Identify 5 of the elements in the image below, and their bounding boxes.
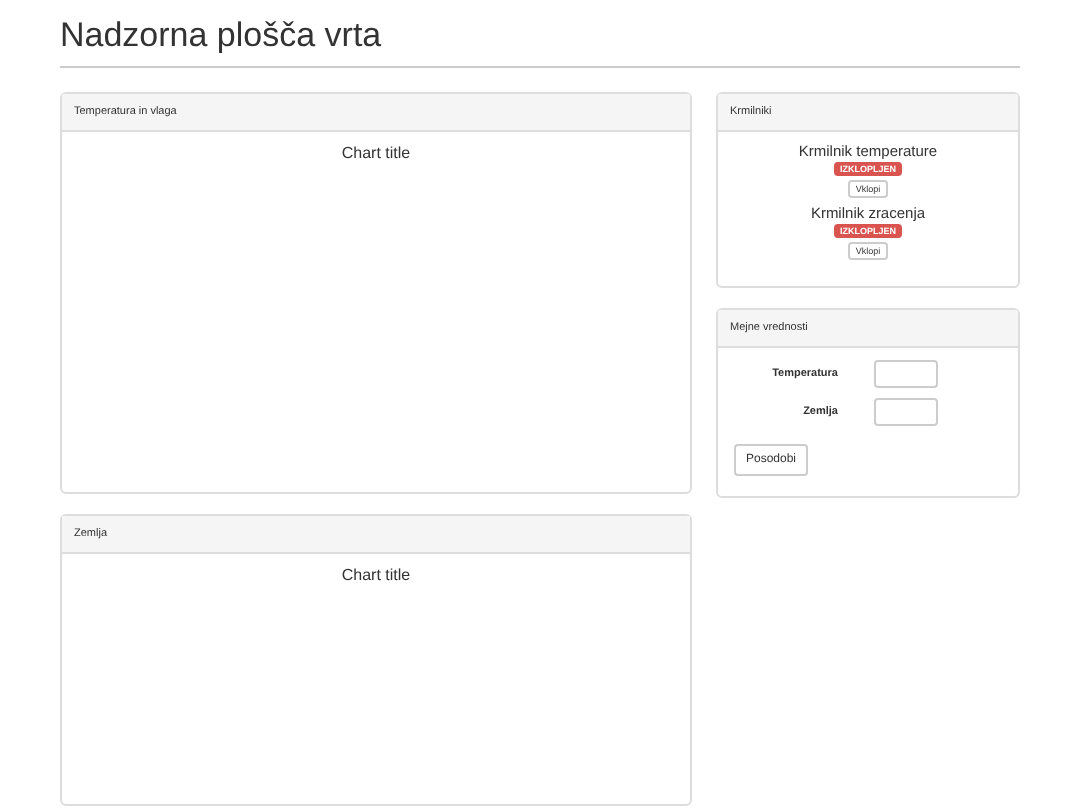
page-title: Nadzorna plošča vrta xyxy=(60,0,1020,68)
chart-title: Chart title xyxy=(339,564,413,584)
input-field[interactable] xyxy=(874,360,938,388)
chart-title: Chart title xyxy=(339,142,413,162)
input-field[interactable] xyxy=(874,398,938,426)
